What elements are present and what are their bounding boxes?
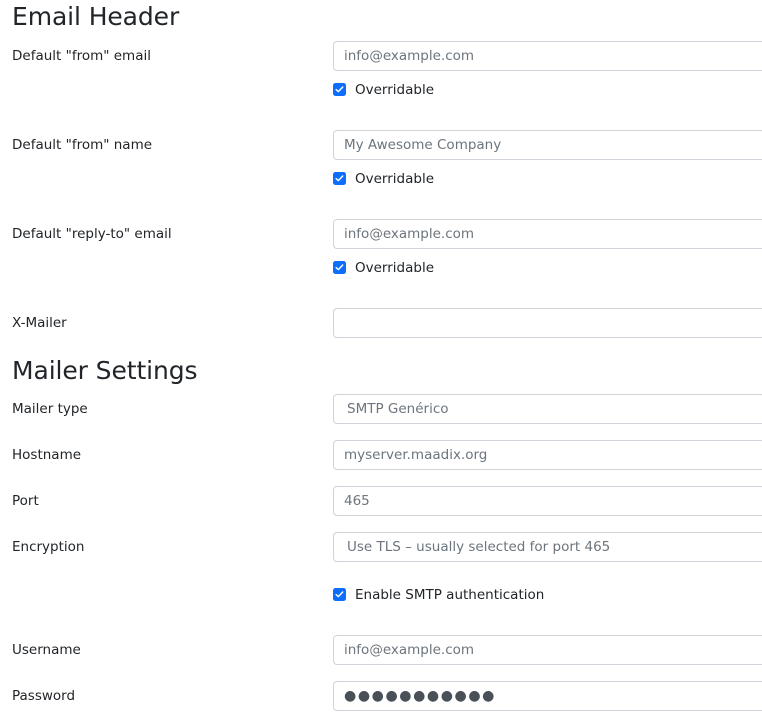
label-username: Username bbox=[12, 642, 81, 658]
form-row-port: Port 465 bbox=[0, 486, 762, 516]
label-default-from-email: Default "from" email bbox=[12, 48, 151, 64]
label-default-from-name: Default "from" name bbox=[12, 137, 153, 153]
checkmark-icon[interactable] bbox=[333, 172, 346, 185]
section-heading-mailer-settings: Mailer Settings bbox=[12, 356, 198, 385]
input-password[interactable]: ●●●●●●●●●●● bbox=[333, 681, 762, 711]
input-hostname[interactable]: myserver.maadix.org bbox=[333, 440, 762, 470]
label-password: Password bbox=[12, 688, 76, 704]
label-port: Port bbox=[12, 493, 39, 509]
input-port[interactable]: 465 bbox=[333, 486, 762, 516]
form-row-default-from-email: Default "from" email info@example.com bbox=[0, 41, 762, 71]
checkbox-label-overridable: Overridable bbox=[355, 82, 435, 98]
checkbox-label-overridable: Overridable bbox=[355, 260, 435, 276]
label-encryption: Encryption bbox=[12, 539, 85, 555]
form-row-default-from-name: Default "from" name My Awesome Company bbox=[0, 130, 762, 160]
input-default-reply-to-email[interactable]: info@example.com bbox=[333, 219, 762, 249]
section-heading-email-header: Email Header bbox=[12, 2, 180, 31]
form-row-mailer-type: Mailer type SMTP Genérico bbox=[0, 394, 762, 424]
input-x-mailer[interactable] bbox=[333, 308, 762, 338]
form-row-encryption: Encryption Use TLS – usually selected fo… bbox=[0, 532, 762, 562]
checkmark-icon[interactable] bbox=[333, 83, 346, 96]
label-mailer-type: Mailer type bbox=[12, 401, 88, 417]
form-row-password: Password ●●●●●●●●●●● bbox=[0, 681, 762, 711]
label-default-reply-to-email: Default "reply-to" email bbox=[12, 226, 172, 242]
form-row-x-mailer: X-Mailer bbox=[0, 308, 762, 338]
checkbox-label-overridable: Overridable bbox=[355, 171, 435, 187]
settings-form-page: Email Header Default "from" email info@e… bbox=[0, 0, 762, 724]
select-encryption[interactable]: Use TLS – usually selected for port 465 bbox=[333, 532, 762, 562]
form-row-username: Username info@example.com bbox=[0, 635, 762, 665]
label-x-mailer: X-Mailer bbox=[12, 315, 67, 331]
checkmark-icon[interactable] bbox=[333, 588, 346, 601]
select-mailer-type[interactable]: SMTP Genérico bbox=[333, 394, 762, 424]
label-hostname: Hostname bbox=[12, 447, 82, 463]
form-row-default-reply-to-email: Default "reply-to" email info@example.co… bbox=[0, 219, 762, 249]
input-default-from-email[interactable]: info@example.com bbox=[333, 41, 762, 71]
checkmark-icon[interactable] bbox=[333, 261, 346, 274]
form-row-hostname: Hostname myserver.maadix.org bbox=[0, 440, 762, 470]
input-default-from-name[interactable]: My Awesome Company bbox=[333, 130, 762, 160]
input-username[interactable]: info@example.com bbox=[333, 635, 762, 665]
checkbox-label-enable-smtp-authentication: Enable SMTP authentication bbox=[355, 587, 545, 603]
